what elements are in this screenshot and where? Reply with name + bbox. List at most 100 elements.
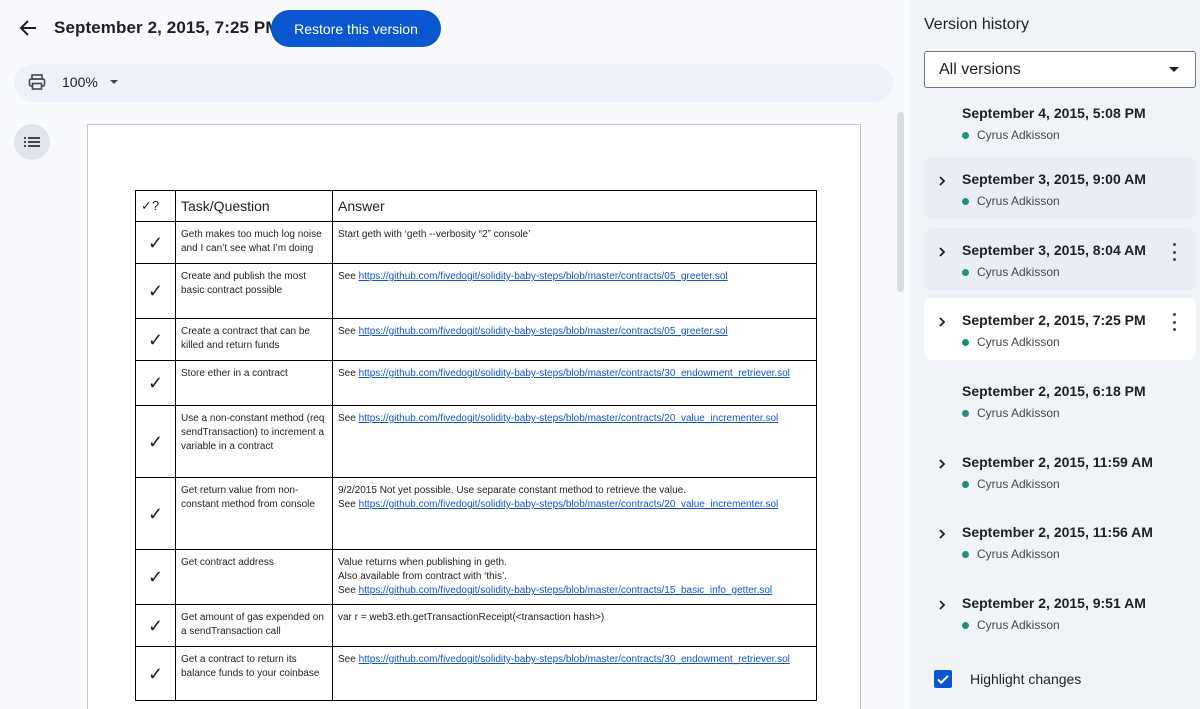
version-item[interactable]: September 4, 2015, 5:08 PM Cyrus Adkisson xyxy=(924,96,1196,153)
row-task: Get return value from non-constant metho… xyxy=(175,477,333,550)
version-item[interactable]: September 3, 2015, 8:04 AM Cyrus Adkisson xyxy=(924,228,1196,290)
answer-link-line: See https://github.com/fivedogit/solidit… xyxy=(338,325,811,339)
author-color-dot xyxy=(962,131,969,139)
row-check-mark: ✓ xyxy=(135,604,176,647)
version-date: September 2, 2015, 6:18 PM xyxy=(962,383,1146,399)
answer-line: var r = web3.eth.getTransactionReceipt(<… xyxy=(338,612,605,623)
document-page: ✓? Task/Question Answer ✓ Geth makes too … xyxy=(87,124,861,709)
chevron-right-icon[interactable] xyxy=(936,528,948,540)
table-row: ✓ Get contract address Value returns when … xyxy=(135,549,817,605)
version-filter-dropdown[interactable]: All versions xyxy=(924,51,1196,88)
author-name: Cyrus Adkisson xyxy=(977,618,1060,632)
github-link[interactable]: https://github.com/fivedogit/solidity-ba… xyxy=(359,585,773,596)
table-header-row: ✓? Task/Question Answer xyxy=(135,190,817,222)
answer-link-line: See https://github.com/fivedogit/solidit… xyxy=(338,367,811,381)
see-prefix: See xyxy=(338,326,359,337)
version-item[interactable]: September 2, 2015, 6:18 PM Cyrus Adkisson xyxy=(924,369,1196,431)
row-task: Geth makes too much log noise and I can’… xyxy=(175,221,333,264)
version-author: Cyrus Adkisson xyxy=(962,128,1060,142)
answer-link-line: See https://github.com/fivedogit/solidit… xyxy=(338,498,811,512)
version-filter-value: All versions xyxy=(939,60,1021,78)
github-link[interactable]: https://github.com/fivedogit/solidity-ba… xyxy=(359,413,779,424)
version-item[interactable]: September 2, 2015, 11:56 AM Cyrus Adkisso… xyxy=(924,510,1196,572)
version-item[interactable]: September 2, 2015, 9:51 AM Cyrus Adkisson xyxy=(924,581,1196,643)
answer-link-line: See https://github.com/fivedogit/solidit… xyxy=(338,584,811,598)
version-list: September 4, 2015, 5:08 PM Cyrus Adkisson… xyxy=(924,96,1196,646)
see-prefix: See xyxy=(338,271,359,282)
highlight-changes-toggle[interactable]: Highlight changes xyxy=(934,670,1081,688)
answer-link-line: See https://github.com/fivedogit/solidit… xyxy=(338,270,811,284)
row-answer: See https://github.com/fivedogit/solidit… xyxy=(332,318,817,361)
row-task: Get contract address xyxy=(175,549,333,605)
chevron-right-icon[interactable] xyxy=(936,458,948,470)
version-date: September 3, 2015, 9:00 AM xyxy=(962,171,1146,187)
version-date: September 2, 2015, 7:25 PM xyxy=(962,312,1146,328)
table-row: ✓ Use a non-constant method (req sendTran… xyxy=(135,405,817,478)
github-link[interactable]: https://github.com/fivedogit/solidity-ba… xyxy=(359,271,728,282)
more-options-icon[interactable] xyxy=(1166,313,1182,331)
version-date: September 2, 2015, 11:56 AM xyxy=(962,524,1153,540)
column-header-check: ✓? xyxy=(135,190,176,222)
answer-line: Start geth with ‘geth --verbosity “2” co… xyxy=(338,229,531,240)
table-row: ✓ Get return value from non-constant meth… xyxy=(135,477,817,550)
row-check-mark: ✓ xyxy=(135,221,176,264)
author-color-dot xyxy=(962,338,969,346)
chevron-down-icon xyxy=(109,80,118,84)
row-check-mark: ✓ xyxy=(135,477,176,550)
row-answer: See https://github.com/fivedogit/solidit… xyxy=(332,646,817,701)
github-link[interactable]: https://github.com/fivedogit/solidity-ba… xyxy=(359,368,790,379)
back-arrow-icon[interactable] xyxy=(14,14,42,42)
restore-version-button[interactable]: Restore this version xyxy=(271,10,441,47)
version-author: Cyrus Adkisson xyxy=(962,335,1060,349)
version-item[interactable]: September 2, 2015, 11:59 AM Cyrus Adkisso… xyxy=(924,440,1196,502)
version-date: September 4, 2015, 5:08 PM xyxy=(962,105,1146,121)
author-name: Cyrus Adkisson xyxy=(977,477,1060,491)
version-date: September 2, 2015, 9:51 AM xyxy=(962,595,1146,611)
row-answer: Value returns when publishing in geth. Al… xyxy=(332,549,817,605)
table-row: ✓ Create a contract that can be killed an… xyxy=(135,318,817,361)
version-title: September 2, 2015, 7:25 PM xyxy=(54,18,280,37)
row-answer: Start geth with ‘geth --verbosity “2” co… xyxy=(332,221,817,264)
version-item[interactable]: September 2, 2015, 7:25 PM Cyrus Adkisson xyxy=(924,298,1196,360)
version-author: Cyrus Adkisson xyxy=(962,618,1060,632)
author-color-dot xyxy=(962,480,969,488)
version-author: Cyrus Adkisson xyxy=(962,406,1060,420)
github-link[interactable]: https://github.com/fivedogit/solidity-ba… xyxy=(359,499,779,510)
row-answer: See https://github.com/fivedogit/solidit… xyxy=(332,263,817,319)
author-name: Cyrus Adkisson xyxy=(977,406,1060,420)
row-answer: var r = web3.eth.getTransactionReceipt(<… xyxy=(332,604,817,647)
more-options-icon[interactable] xyxy=(1166,243,1182,261)
table-row: ✓ Geth makes too much log noise and I can… xyxy=(135,221,817,264)
table-row: ✓ Store ether in a contract See https://gi… xyxy=(135,360,817,406)
row-check-mark: ✓ xyxy=(135,263,176,319)
see-prefix: See xyxy=(338,499,359,510)
table-body: ✓ Geth makes too much log noise and I can… xyxy=(135,221,817,701)
highlight-changes-label: Highlight changes xyxy=(970,671,1082,687)
row-check-mark: ✓ xyxy=(135,646,176,701)
zoom-select[interactable]: 100% xyxy=(62,74,118,90)
row-answer: See https://github.com/fivedogit/solidit… xyxy=(332,360,817,406)
see-prefix: See xyxy=(338,368,359,379)
version-author: Cyrus Adkisson xyxy=(962,477,1060,491)
row-check-mark: ✓ xyxy=(135,318,176,361)
row-check-mark: ✓ xyxy=(135,549,176,605)
row-check-mark: ✓ xyxy=(135,360,176,406)
author-color-dot xyxy=(962,197,969,205)
sidebar-title: Version history xyxy=(924,16,1029,33)
checkbox-checked-icon[interactable] xyxy=(934,670,952,688)
task-table: ✓? Task/Question Answer ✓ Geth makes too … xyxy=(135,190,817,701)
outline-list-icon[interactable] xyxy=(14,124,50,160)
version-author: Cyrus Adkisson xyxy=(962,265,1060,279)
zoom-value: 100% xyxy=(62,74,98,90)
chevron-right-icon[interactable] xyxy=(936,599,948,611)
chevron-right-icon[interactable] xyxy=(936,246,948,258)
print-icon[interactable] xyxy=(28,73,50,93)
chevron-right-icon[interactable] xyxy=(936,316,948,328)
answer-link-line: See https://github.com/fivedogit/solidit… xyxy=(338,412,811,426)
chevron-right-icon[interactable] xyxy=(936,175,948,187)
github-link[interactable]: https://github.com/fivedogit/solidity-ba… xyxy=(359,654,790,665)
document-scrollbar[interactable] xyxy=(897,112,904,292)
github-link[interactable]: https://github.com/fivedogit/solidity-ba… xyxy=(359,326,728,337)
column-header-answer: Answer xyxy=(332,190,817,222)
version-item[interactable]: September 3, 2015, 9:00 AM Cyrus Adkisson xyxy=(924,157,1196,219)
